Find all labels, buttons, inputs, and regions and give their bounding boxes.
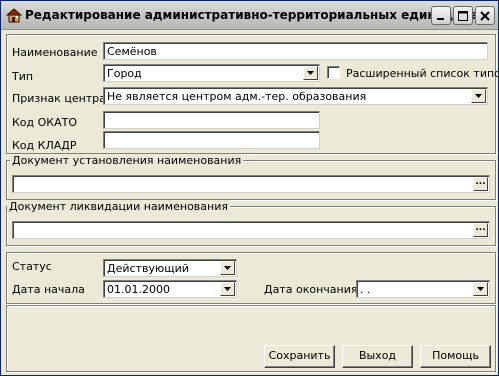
actions-group: Сохранить Выход Помощь xyxy=(6,305,496,372)
help-button[interactable]: Помощь xyxy=(420,345,491,368)
type-label: Тип xyxy=(12,70,34,83)
maximize-icon xyxy=(458,11,468,21)
end-date-label: Дата окончания xyxy=(264,283,358,296)
name-field[interactable]: Семёнов xyxy=(103,42,488,60)
doc-establish-field[interactable]: ... xyxy=(12,175,490,193)
start-date-picker[interactable]: 01.01.2000 xyxy=(103,280,237,298)
extended-types-label: Расширенный список типов xyxy=(346,67,499,80)
end-date-value: . . xyxy=(360,283,371,296)
name-label: Наименование xyxy=(12,46,98,59)
center-label: Признак центра xyxy=(12,92,106,105)
doc-establish-legend: Документ установления наименования xyxy=(10,154,244,167)
okato-label: Код ОКАТО xyxy=(12,116,78,129)
status-dropdown-button[interactable] xyxy=(220,261,235,275)
main-attributes-group: Наименование Семёнов Тип Город Расширенн… xyxy=(6,34,499,154)
exit-button[interactable]: Выход xyxy=(342,345,413,368)
doc-liquidation-field[interactable]: ... xyxy=(12,221,490,239)
center-value: Не является центром адм.-тер. образовани… xyxy=(107,90,367,103)
chevron-down-icon xyxy=(224,287,231,291)
doc-liquidation-legend: Документ ликвидации наименования xyxy=(7,200,230,213)
doc-establish-group: Документ установления наименования ... xyxy=(6,154,496,200)
doc-establish-browse-button[interactable]: ... xyxy=(473,177,488,191)
center-dropdown-button[interactable] xyxy=(471,89,486,103)
start-date-dropdown-button[interactable] xyxy=(220,282,235,296)
window-title: Редактирование административно-территори… xyxy=(25,8,493,22)
kladr-field[interactable] xyxy=(103,131,320,149)
house-icon xyxy=(5,8,23,23)
dialog-body: Наименование Семёнов Тип Город Расширенн… xyxy=(2,31,499,375)
kladr-label: Код КЛАДР xyxy=(12,139,77,152)
type-select[interactable]: Город xyxy=(103,64,320,82)
type-dropdown-button[interactable] xyxy=(303,66,318,80)
status-group: Статус Действующий Дата начала 01.01.200… xyxy=(6,252,496,304)
minimize-button[interactable] xyxy=(431,6,451,25)
extended-types-checkbox[interactable] xyxy=(327,66,340,79)
okato-field[interactable] xyxy=(103,111,320,129)
save-button[interactable]: Сохранить xyxy=(264,345,335,368)
end-date-picker[interactable]: . . xyxy=(356,280,490,298)
end-date-dropdown-button[interactable] xyxy=(473,282,488,296)
status-value: Действующий xyxy=(107,262,189,275)
close-icon xyxy=(480,11,490,21)
chevron-down-icon xyxy=(224,266,231,270)
name-value: Семёнов xyxy=(107,45,157,58)
minimize-icon xyxy=(437,18,444,20)
dialog-window: Редактирование административно-территори… xyxy=(0,0,499,376)
maximize-button[interactable] xyxy=(453,6,473,25)
doc-liquidation-group: Документ ликвидации наименования ... xyxy=(6,200,496,246)
start-date-value: 01.01.2000 xyxy=(107,283,170,296)
status-label: Статус xyxy=(12,260,52,273)
chevron-down-icon xyxy=(475,94,482,98)
status-select[interactable]: Действующий xyxy=(103,259,237,277)
chevron-down-icon xyxy=(307,71,314,75)
chevron-down-icon xyxy=(477,287,484,291)
doc-liquidation-browse-button[interactable]: ... xyxy=(473,223,488,237)
close-button[interactable] xyxy=(475,6,495,25)
title-bar[interactable]: Редактирование административно-территори… xyxy=(1,1,498,30)
start-date-label: Дата начала xyxy=(12,283,85,296)
type-value: Город xyxy=(107,67,142,80)
center-select[interactable]: Не является центром адм.-тер. образовани… xyxy=(103,87,488,105)
